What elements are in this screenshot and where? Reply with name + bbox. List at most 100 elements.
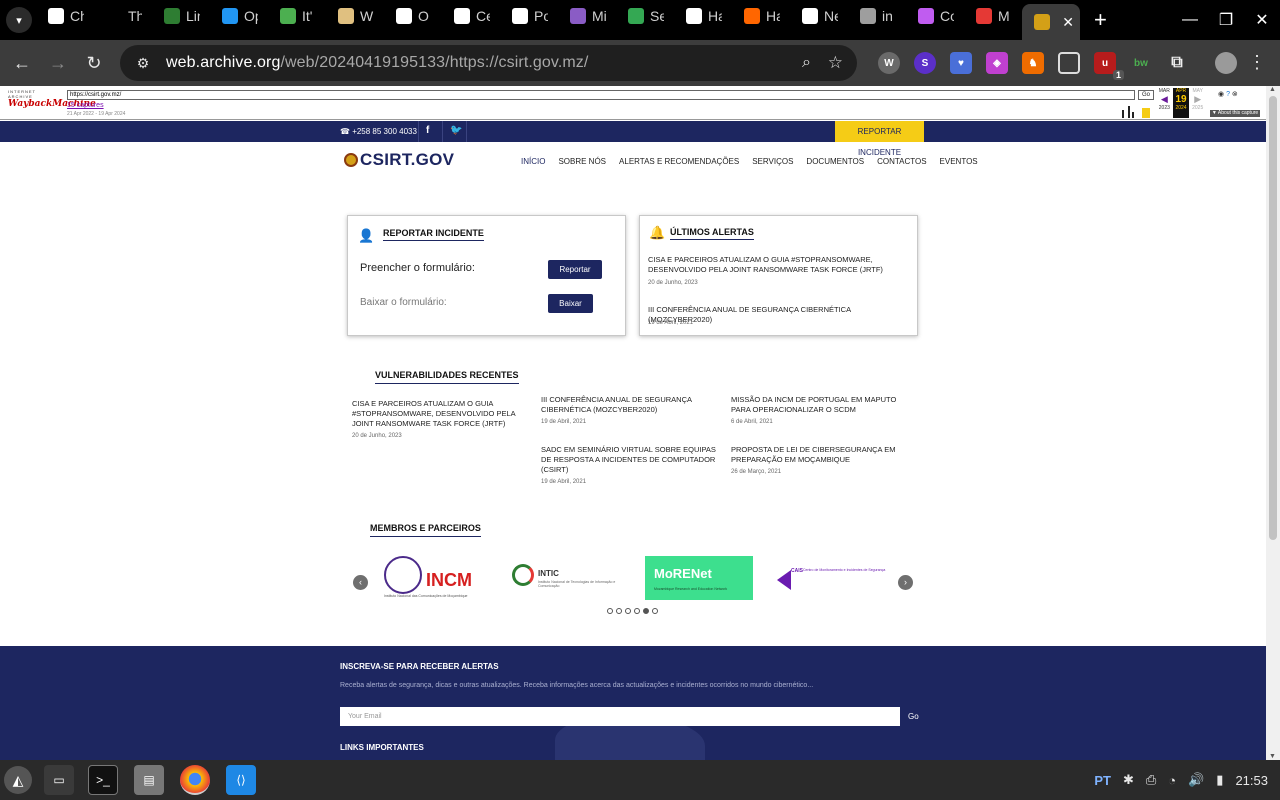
scroll-up-arrow-icon[interactable]: ▲ <box>1269 86 1276 93</box>
browser-tab[interactable]: Se <box>616 0 674 32</box>
vuln-item[interactable]: III CONFERÊNCIA ANUAL DE SEGURANÇA CIBER… <box>541 395 717 425</box>
twitter-icon[interactable]: 🐦 <box>450 125 462 136</box>
morenet-logo[interactable]: MoRENet Mozambique Research and Educatio… <box>645 556 753 600</box>
site-logo[interactable]: CSIRT.GOV <box>344 150 454 170</box>
site-info-icon[interactable]: ⚙ <box>128 55 158 72</box>
browser-tab[interactable]: Ha <box>674 0 732 32</box>
keyboard-language[interactable]: PT <box>1094 773 1111 788</box>
browser-tab[interactable]: Lin <box>152 0 210 32</box>
menu-item-eventos[interactable]: EVENTOS <box>940 157 978 166</box>
vuln-item[interactable]: CISA E PARCEIROS ATUALIZAM O GUIA #STOPR… <box>352 399 528 439</box>
email-input[interactable]: Your Email <box>340 707 900 726</box>
files-app-icon[interactable]: ▭ <box>44 765 74 795</box>
close-icon[interactable]: ⊗ <box>1232 91 1238 98</box>
carousel-prev-button[interactable]: ‹ <box>353 575 368 590</box>
browser-tab[interactable]: Ce <box>442 0 500 32</box>
browser-tab[interactable]: Op <box>210 0 268 32</box>
reportar-button[interactable]: Reportar <box>548 260 602 279</box>
address-bar[interactable]: ⚙ web.archive.org/web/20240419195133/htt… <box>120 45 857 81</box>
vscode-app-icon[interactable]: ⟨⟩ <box>226 765 256 795</box>
profile-avatar[interactable] <box>1215 52 1237 74</box>
back-button[interactable]: ← <box>4 53 40 74</box>
browser-tab-active[interactable]: ✕ <box>1022 4 1080 40</box>
wayback-go-button[interactable]: Go <box>1138 90 1154 100</box>
carousel-next-button[interactable]: › <box>898 575 913 590</box>
maximize-button[interactable]: ❐ <box>1208 10 1244 30</box>
bookmark-star-icon[interactable]: ☆ <box>828 53 843 73</box>
facebook-icon[interactable]: f <box>426 125 429 136</box>
menu-item-documentos[interactable]: DOCUMENTOS <box>806 157 864 166</box>
intic-logo[interactable]: INTIC Instituto Nacional de Tecnologias … <box>512 564 622 592</box>
scroll-down-arrow-icon[interactable]: ▼ <box>1269 753 1276 760</box>
carousel-dot[interactable] <box>634 608 640 614</box>
browser-tab[interactable]: Po <box>500 0 558 32</box>
wayback-captures-link[interactable]: 15 captures <box>67 102 104 109</box>
carousel-dot[interactable] <box>652 608 658 614</box>
browser-tab[interactable]: O <box>384 0 442 32</box>
wayback-url-input[interactable]: https://csirt.gov.mz/ <box>67 90 1135 100</box>
page-scrollbar[interactable]: ▲ ▼ <box>1266 86 1280 760</box>
browser-tab[interactable]: It' <box>268 0 326 32</box>
wayback-logo[interactable]: INTERNET ARCHIVE WaybackMachine <box>8 89 96 113</box>
volume-icon[interactable]: 🔊 <box>1188 772 1204 788</box>
wifi-icon[interactable]: ◔ <box>1168 773 1176 788</box>
menu-item-alertas[interactable]: ALERTAS E RECOMENDAÇÕES <box>619 157 739 166</box>
browser-tab[interactable]: M <box>964 0 1022 32</box>
forward-button[interactable]: → <box>40 53 76 74</box>
clock[interactable]: 21:53 <box>1235 773 1268 788</box>
browser-tab[interactable]: Mi <box>558 0 616 32</box>
wayback-about-capture[interactable]: ▼ About this capture <box>1210 110 1260 117</box>
launcher-icon[interactable]: ◭ <box>4 766 32 794</box>
carousel-dot[interactable] <box>607 608 613 614</box>
close-tab-icon[interactable]: ✕ <box>1062 14 1074 31</box>
close-window-button[interactable]: ✕ <box>1244 10 1280 30</box>
wayback-sparkline[interactable] <box>1118 102 1156 118</box>
browser-tab[interactable]: Th <box>94 0 152 32</box>
wayback-prev-month[interactable]: MAR ◀ 2023 <box>1156 88 1173 118</box>
text-editor-app-icon[interactable]: ▤ <box>134 765 164 795</box>
tab-search-button[interactable]: ▾ <box>6 7 32 33</box>
printer-icon[interactable]: ⎙ <box>1146 772 1156 788</box>
scroll-thumb[interactable] <box>1269 96 1277 540</box>
vuln-item[interactable]: MISSÃO DA INCM DE PORTUGAL EM MAPUTO PAR… <box>731 395 907 425</box>
heart-extension-icon[interactable]: ♥ <box>950 52 972 74</box>
incm-logo[interactable]: INCM Instituto Nacional das Comunicações… <box>384 556 488 602</box>
carousel-dot[interactable] <box>625 608 631 614</box>
s-extension-icon[interactable]: S <box>914 52 936 74</box>
zoom-icon[interactable]: ⌕ <box>802 54 811 72</box>
browser-tab[interactable]: in <box>848 0 906 32</box>
reload-button[interactable]: ↻ <box>76 53 112 74</box>
subscribe-go-button[interactable]: Go <box>908 712 919 721</box>
account-icon[interactable]: ◉ <box>1218 91 1224 98</box>
browser-tab[interactable]: W <box>326 0 384 32</box>
grid-extension-icon[interactable]: ◈ <box>986 52 1008 74</box>
menu-item-servicos[interactable]: SERVIÇOS <box>752 157 793 166</box>
minimize-button[interactable]: — <box>1172 11 1208 29</box>
chess-extension-icon[interactable]: ♞ <box>1022 52 1044 74</box>
menu-item-contactos[interactable]: CONTACTOS <box>877 157 926 166</box>
carousel-dot[interactable] <box>616 608 622 614</box>
wayback-next-month[interactable]: MAY ▶ 2025 <box>1189 88 1206 118</box>
browser-tab[interactable]: Ch <box>36 0 94 32</box>
chrome-app-icon[interactable] <box>180 765 210 795</box>
bluetooth-icon[interactable]: ✱ <box>1123 772 1134 788</box>
terminal-app-icon[interactable]: >_ <box>88 765 118 795</box>
menu-item-inicio[interactable]: INÍCIO <box>521 157 545 166</box>
bw-extension-icon[interactable]: bw <box>1130 52 1152 74</box>
wayback-extension-icon[interactable]: W <box>878 52 900 74</box>
browser-menu-icon[interactable]: ⋮ <box>1248 52 1266 73</box>
report-incident-top-button[interactable]: REPORTAR INCIDENTE <box>835 121 924 157</box>
menu-item-sobre-nos[interactable]: SOBRE NÓS <box>558 157 606 166</box>
vuln-item[interactable]: PROPOSTA DE LEI DE CIBERSEGURANÇA EM PRE… <box>731 445 907 475</box>
browser-tab[interactable]: Co <box>906 0 964 32</box>
browser-tab[interactable]: Ne <box>790 0 848 32</box>
ublock-extension-icon[interactable]: u1 <box>1094 52 1124 80</box>
new-tab-button[interactable]: + <box>1094 7 1107 33</box>
carousel-dot-active[interactable] <box>643 608 649 614</box>
extensions-puzzle-icon[interactable]: ⧉ <box>1166 52 1188 74</box>
screenshot-extension-icon[interactable] <box>1058 52 1080 74</box>
cais-logo[interactable]: CAIS Centro de Monitoramento e Incidente… <box>777 566 887 590</box>
help-icon[interactable]: ? <box>1226 91 1230 98</box>
vuln-item[interactable]: SADC EM SEMINÁRIO VIRTUAL SOBRE EQUIPAS … <box>541 445 717 485</box>
url-text[interactable]: web.archive.org/web/20240419195133/https… <box>166 54 588 72</box>
